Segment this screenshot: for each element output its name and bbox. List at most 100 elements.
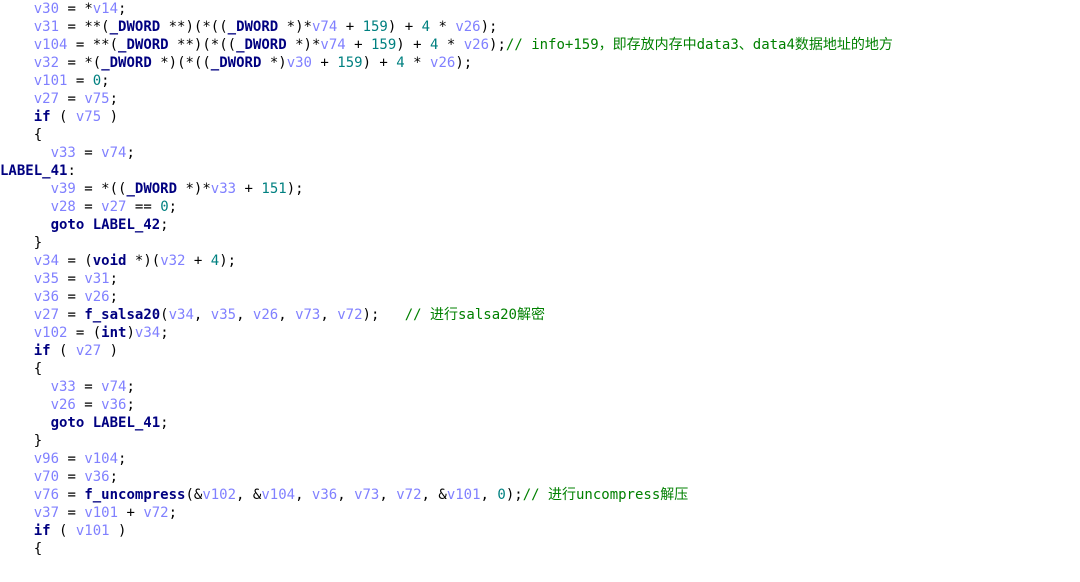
indent [0,289,34,305]
token: ** [169,19,186,35]
number: 0 [93,73,101,89]
token [438,37,446,53]
code-line[interactable]: v34 = (void *)(v32 + 4); [0,253,236,269]
token: = [59,1,84,17]
token: * [185,181,193,197]
token: ; [160,415,168,431]
indent [0,397,51,413]
code-line[interactable]: v31 = **(_DWORD **)(*((_DWORD *)*v74 + 1… [0,19,497,35]
variable: v32 [160,253,185,269]
code-line[interactable]: goto LABEL_42; [0,217,169,233]
number: 0 [497,487,505,503]
code-line[interactable]: v30 = *v14; [0,1,126,17]
code-line[interactable]: LABEL_41: [0,163,76,179]
code-line[interactable]: } [0,433,42,449]
token: * [295,37,303,53]
code-line[interactable]: { [0,361,42,377]
token: = [59,505,84,521]
variable: v36 [84,469,109,485]
keyword: _DWORD [126,181,177,197]
token [422,55,430,71]
token: * [438,19,446,35]
indent [0,1,34,17]
code-line[interactable]: v28 = v27 == 0; [0,199,177,215]
token: ) + [388,19,422,35]
keyword: goto [51,217,85,233]
variable: v27 [34,307,59,323]
code-line[interactable]: v27 = f_salsa20(v34, v35, v26, v73, v72)… [0,307,545,323]
variable: v27 [34,91,59,107]
token [261,55,269,71]
code-line[interactable]: if ( v75 ) [0,109,118,125]
code-line[interactable]: goto LABEL_41; [0,415,169,431]
keyword: _DWORD [228,19,279,35]
token: ); [363,307,405,323]
indent [0,127,34,143]
keyword: _DWORD [236,37,287,53]
indent [0,271,34,287]
indent [0,235,34,251]
code-line[interactable]: { [0,541,42,557]
code-line[interactable]: v70 = v36; [0,469,118,485]
variable: v34 [135,325,160,341]
code-line[interactable]: v26 = v36; [0,397,135,413]
token: + [236,181,261,197]
code-line[interactable]: if ( v101 ) [0,523,126,539]
code-line[interactable]: if ( v27 ) [0,343,118,359]
code-line[interactable]: v33 = v74; [0,145,135,161]
variable: v70 [34,469,59,485]
code-line[interactable]: v101 = 0; [0,73,110,89]
token: , [194,307,211,323]
token: = [76,379,101,395]
token: , & [422,487,447,503]
comment: // info+159，即存放内存中data3、data4数据地址的地方 [506,37,893,53]
token: ); [287,181,304,197]
token: ( [101,19,109,35]
code-line[interactable]: v37 = v101 + v72; [0,505,177,521]
code-line[interactable]: v96 = v104; [0,451,126,467]
token: )( [185,19,202,35]
code-line[interactable]: v35 = v31; [0,271,118,287]
code-line[interactable]: { [0,127,42,143]
token: + [312,55,337,71]
token: , [481,487,498,503]
token: = [59,91,84,107]
variable: v74 [101,379,126,395]
keyword: f_salsa20 [84,307,160,323]
token: ( [110,37,118,53]
variable: v74 [312,19,337,35]
token: : [67,163,75,179]
code-line[interactable]: v33 = v74; [0,379,135,395]
variable: v104 [261,487,295,503]
token: ; [160,217,168,233]
code-line[interactable]: v32 = *(_DWORD *)(*((_DWORD *)v30 + 159)… [0,55,472,71]
indent [0,37,34,53]
variable: v35 [34,271,59,287]
number: 159 [337,55,362,71]
keyword: int [101,325,126,341]
token: , [337,487,354,503]
code-line[interactable]: v36 = v26; [0,289,118,305]
code-line[interactable]: v102 = (int)v34; [0,325,169,341]
variable: v76 [34,487,59,503]
variable: v26 [455,19,480,35]
variable: v31 [34,19,59,35]
code-line[interactable]: v39 = *((_DWORD *)*v33 + 151); [0,181,304,197]
code-line[interactable]: } [0,235,42,251]
variable: v36 [34,289,59,305]
token: + [118,505,143,521]
variable: v35 [211,307,236,323]
decompiler-code-view[interactable]: v30 = *v14; v31 = **(_DWORD **)(*((_DWOR… [0,0,1080,558]
code-line[interactable]: v76 = f_uncompress(&v102, &v104, v36, v7… [0,487,688,503]
keyword: _DWORD [118,37,169,53]
number: 4 [211,253,219,269]
token: ( [93,55,101,71]
variable: v73 [354,487,379,503]
keyword: if [34,343,51,359]
keyword: void [93,253,127,269]
variable: v28 [51,199,76,215]
code-line[interactable]: v104 = **(_DWORD **)(*((_DWORD *)*v74 + … [0,37,893,53]
token: * [84,1,92,17]
token: ) [101,343,118,359]
code-line[interactable]: v27 = v75; [0,91,118,107]
